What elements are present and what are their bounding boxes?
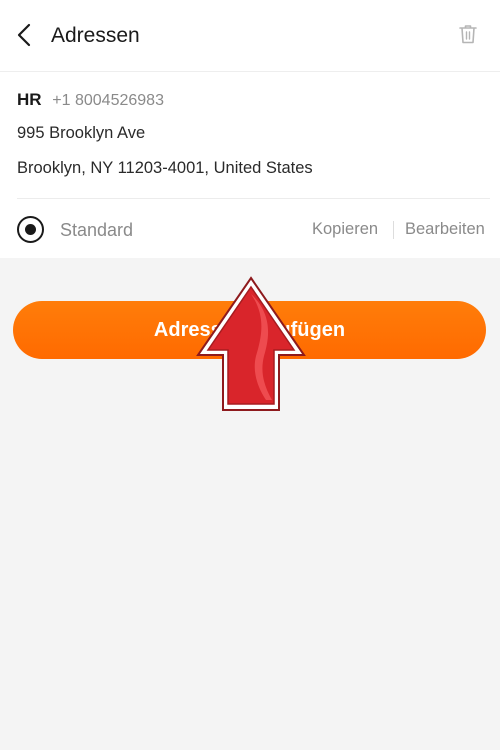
edit-button[interactable]: Bearbeiten [405, 220, 485, 239]
page-title: Adressen [51, 24, 140, 47]
radio-selected-dot [25, 224, 36, 235]
default-label: Standard [60, 220, 134, 240]
name-line: HR +1 8004526983 [17, 90, 164, 110]
divider [17, 198, 490, 199]
address-city-line: Brooklyn, NY 11203-4001, United States [17, 159, 313, 177]
default-radio[interactable] [17, 216, 44, 243]
back-button[interactable] [10, 18, 38, 52]
recipient-name: HR [17, 90, 42, 109]
address-street: 995 Brooklyn Ave [17, 124, 146, 142]
recipient-phone: +1 8004526983 [52, 92, 164, 109]
top-bar: Adressen [0, 0, 500, 72]
delete-button[interactable] [454, 20, 482, 48]
add-address-button[interactable]: Adresse hinzufügen [13, 301, 486, 359]
trash-icon [459, 25, 477, 44]
action-separator [393, 221, 394, 239]
chevron-left-icon [17, 23, 31, 47]
copy-button[interactable]: Kopieren [312, 220, 378, 239]
address-card: HR +1 8004526983 995 Brooklyn Ave Brookl… [0, 72, 500, 258]
